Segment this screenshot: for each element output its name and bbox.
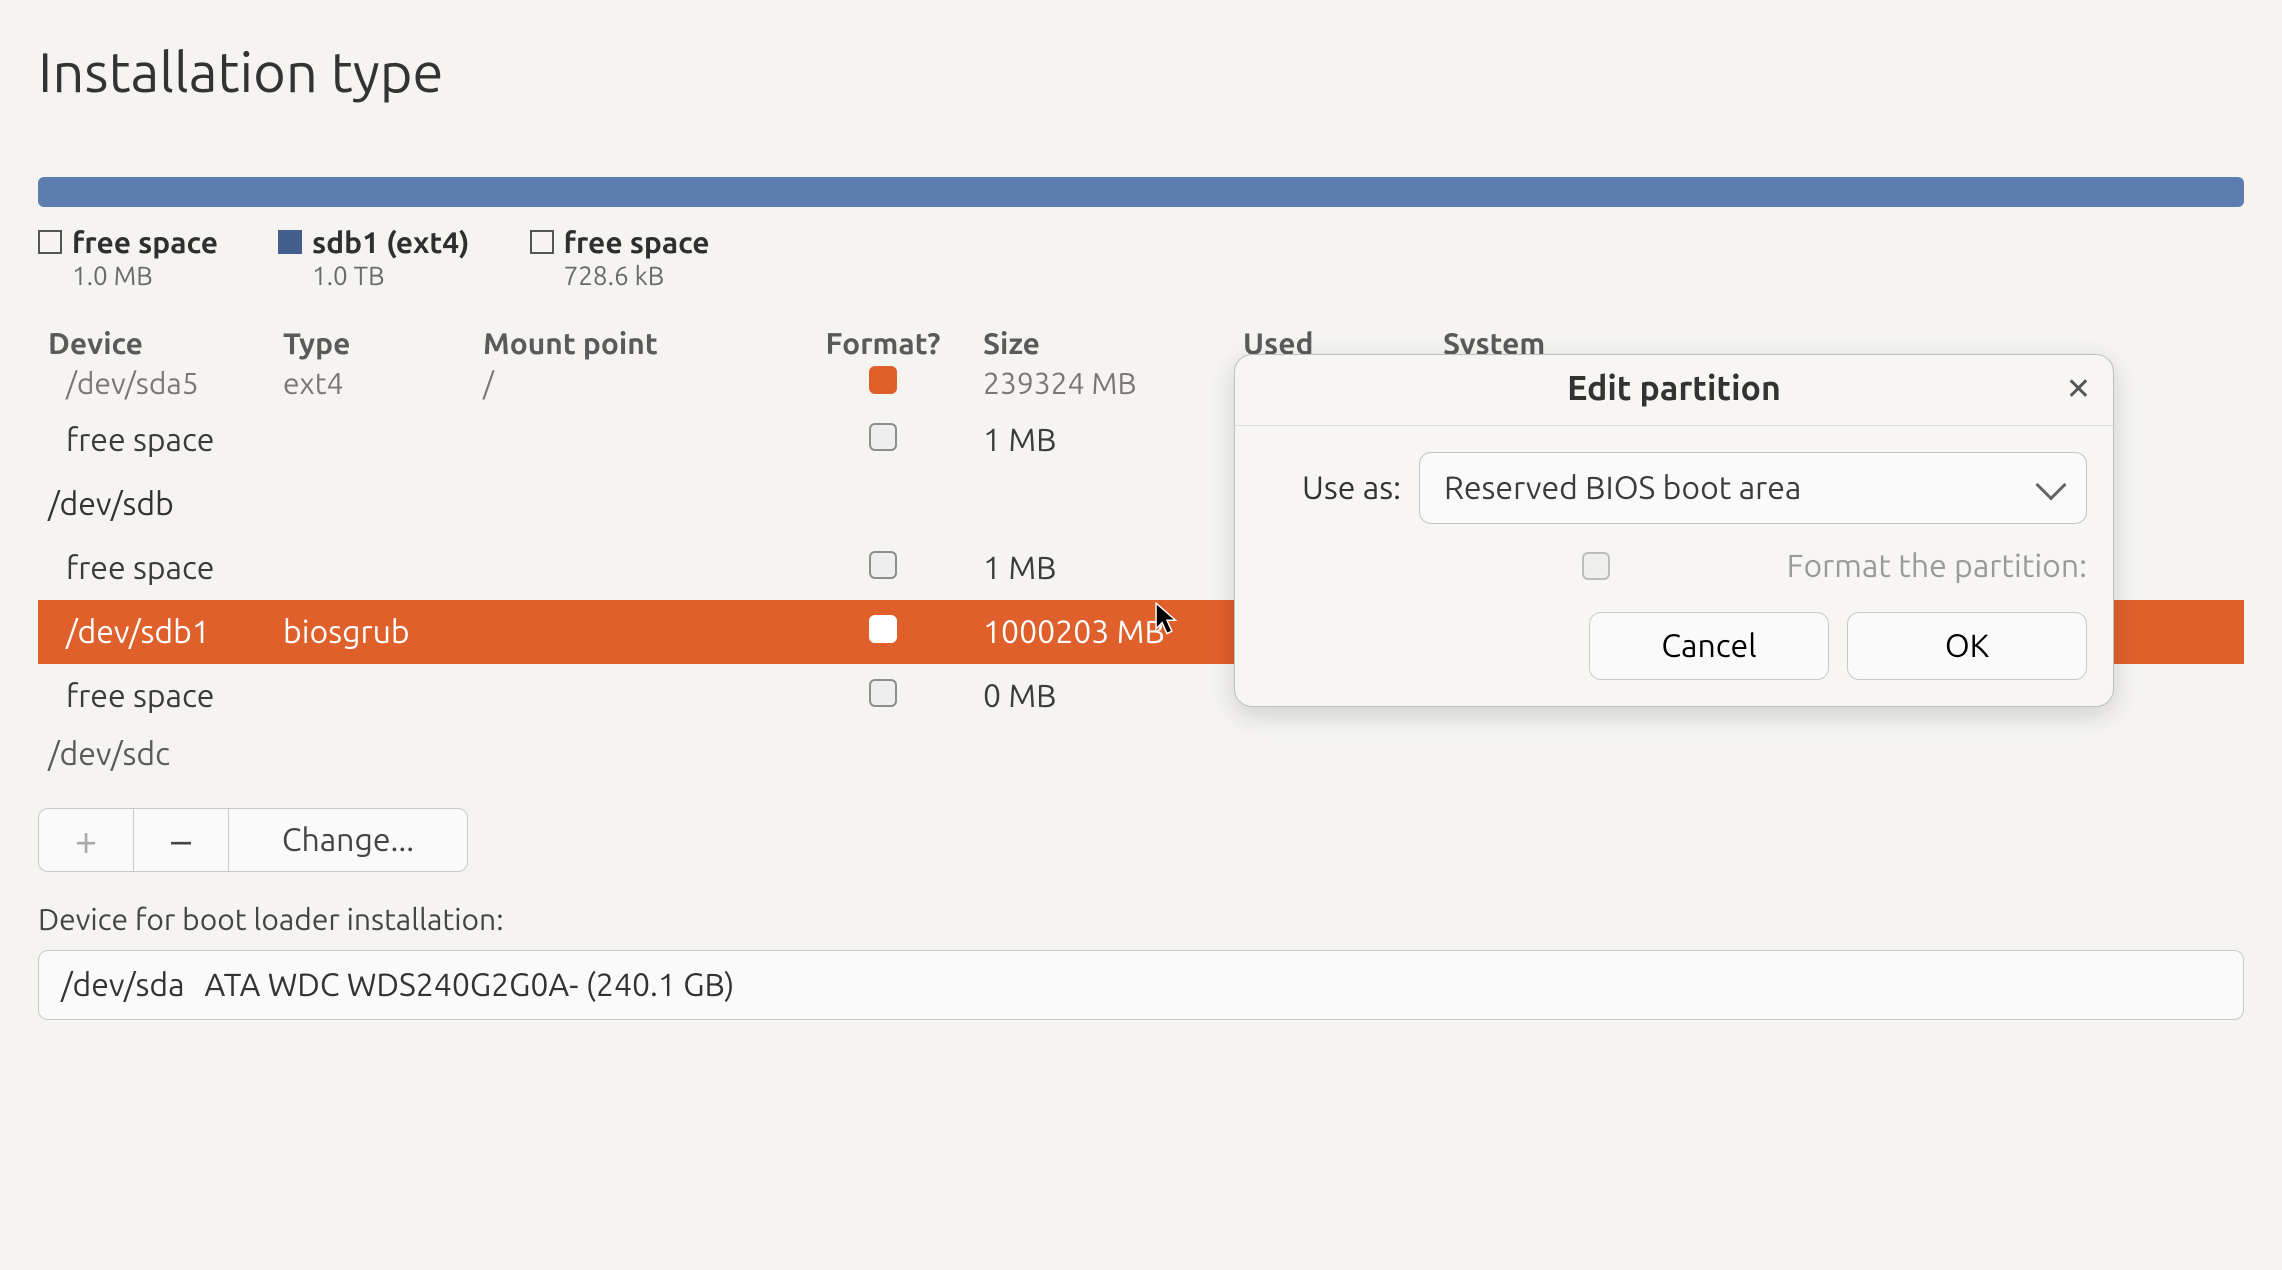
- add-partition-button[interactable]: +: [38, 808, 134, 872]
- col-header-mount[interactable]: Mount point: [483, 326, 783, 360]
- legend-swatch: [530, 230, 554, 254]
- cell-device: /dev/sdb1: [48, 614, 283, 650]
- cell-format[interactable]: [783, 614, 983, 650]
- boot-device: /dev/sda: [61, 967, 185, 1003]
- legend-size: 1.0 TB: [312, 261, 470, 290]
- disk-usage-bar[interactable]: [38, 177, 2244, 207]
- cell-device: free space: [48, 678, 283, 714]
- page-title: Installation type: [38, 40, 2244, 103]
- partition-toolbar: + – Change...: [38, 808, 2244, 872]
- cell-format[interactable]: [783, 550, 983, 586]
- boot-device-desc: ATA WDC WDS240G2G0A- (240.1 GB): [205, 967, 735, 1003]
- cell-mount: /: [483, 366, 783, 400]
- cell-format[interactable]: [783, 422, 983, 458]
- remove-partition-button[interactable]: –: [133, 808, 229, 872]
- legend-item: free space 1.0 MB: [38, 225, 218, 290]
- legend-name: free space: [72, 225, 218, 259]
- legend-name: sdb1 (ext4): [312, 225, 470, 259]
- cell-device: free space: [48, 550, 283, 586]
- col-header-device[interactable]: Device: [48, 326, 283, 360]
- legend-size: 728.6 kB: [564, 261, 710, 290]
- format-checkbox: [1582, 552, 1610, 580]
- cell-type: biosgrub: [283, 614, 483, 650]
- checkbox-icon[interactable]: [869, 423, 897, 451]
- cell-format[interactable]: [783, 678, 983, 714]
- use-as-select[interactable]: Reserved BIOS boot area: [1419, 452, 2087, 524]
- format-partition-row: Format the partition:: [1419, 548, 2087, 584]
- legend-swatch: [38, 230, 62, 254]
- boot-loader-select[interactable]: /dev/sda ATA WDC WDS240G2G0A- (240.1 GB): [38, 950, 2244, 1020]
- change-partition-button[interactable]: Change...: [228, 808, 468, 872]
- checkbox-icon[interactable]: [869, 551, 897, 579]
- checkbox-icon[interactable]: [869, 615, 897, 643]
- boot-loader-label: Device for boot loader installation:: [38, 902, 2244, 936]
- cell-device: /dev/sdb: [48, 486, 283, 522]
- format-label: Format the partition:: [1787, 548, 2087, 584]
- col-header-type[interactable]: Type: [283, 326, 483, 360]
- dialog-title: Edit partition: [1567, 369, 1781, 407]
- legend-name: free space: [564, 225, 710, 259]
- cell-device: free space: [48, 422, 283, 458]
- close-button[interactable]: ✕: [2066, 371, 2091, 407]
- cell-format[interactable]: [783, 366, 983, 400]
- checkbox-icon[interactable]: [869, 366, 897, 394]
- checkbox-icon[interactable]: [869, 679, 897, 707]
- legend: free space 1.0 MB sdb1 (ext4) 1.0 TB fre…: [38, 225, 2244, 290]
- use-as-label: Use as:: [1261, 470, 1401, 506]
- close-icon: ✕: [2066, 371, 2091, 405]
- cell-size: 1 MB: [983, 550, 1243, 586]
- legend-size: 1.0 MB: [72, 261, 218, 290]
- cell-size: 0 MB: [983, 678, 1243, 714]
- cell-size: 1000203 MB: [983, 614, 1243, 650]
- edit-partition-dialog: Edit partition ✕ Use as: Reserved BIOS b…: [1234, 354, 2114, 707]
- cell-size: 1 MB: [983, 422, 1243, 458]
- cell-device: /dev/sda5: [48, 366, 283, 400]
- col-header-size[interactable]: Size: [983, 326, 1243, 360]
- legend-item: sdb1 (ext4) 1.0 TB: [278, 225, 470, 290]
- cell-size: 239324 MB: [983, 366, 1243, 400]
- table-row[interactable]: /dev/sdc: [38, 728, 2244, 780]
- chevron-down-icon: [2035, 469, 2066, 500]
- col-header-format[interactable]: Format?: [783, 326, 983, 360]
- cancel-button[interactable]: Cancel: [1589, 612, 1829, 680]
- ok-button[interactable]: OK: [1847, 612, 2087, 680]
- use-as-value: Reserved BIOS boot area: [1444, 470, 1801, 506]
- legend-item: free space 728.6 kB: [530, 225, 710, 290]
- partition-table: Device Type Mount point Format? Size Use…: [38, 320, 2244, 780]
- legend-swatch: [278, 230, 302, 254]
- cell-device: /dev/sdc: [48, 736, 283, 772]
- cell-type: ext4: [283, 366, 483, 400]
